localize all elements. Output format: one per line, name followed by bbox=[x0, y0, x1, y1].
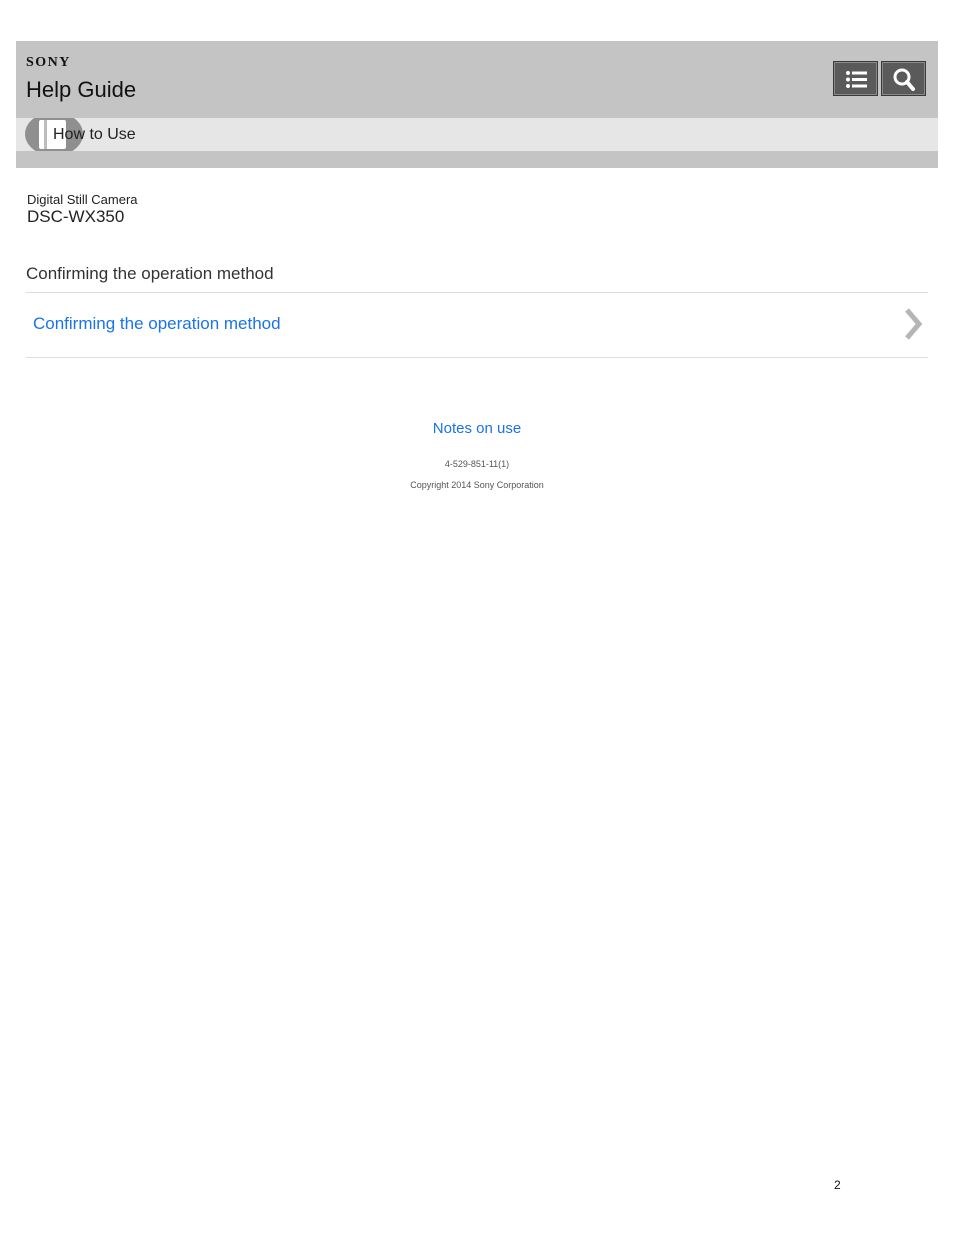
product-model: DSC-WX350 bbox=[27, 207, 125, 226]
copyright: Copyright 2014 Sony Corporation bbox=[410, 480, 544, 490]
header-divider-bar bbox=[16, 151, 938, 168]
breadcrumb: How to Use bbox=[16, 118, 938, 151]
search-icon bbox=[893, 68, 915, 91]
help-guide-title[interactable]: Help Guide bbox=[26, 77, 136, 103]
list-item-confirming-operation-method[interactable]: Confirming the operation method bbox=[26, 293, 928, 357]
notes-on-use-wrapper: Notes on use bbox=[0, 420, 954, 437]
divider bbox=[26, 357, 928, 358]
document-number: 4-529-851-11(1) bbox=[444, 459, 510, 469]
list-item-label[interactable]: Confirming the operation method bbox=[33, 314, 281, 334]
page-number: 2 bbox=[834, 1178, 841, 1192]
notes-on-use-link[interactable]: Notes on use bbox=[433, 420, 521, 437]
table-of-contents-button[interactable] bbox=[833, 61, 878, 96]
list-icon bbox=[846, 71, 867, 88]
chevron-right-icon bbox=[905, 308, 923, 340]
section-heading: Confirming the operation method bbox=[26, 264, 274, 283]
search-button[interactable] bbox=[881, 61, 926, 96]
breadcrumb-how-to-use[interactable]: How to Use bbox=[53, 126, 136, 144]
brand-logo: SONY bbox=[26, 55, 71, 70]
product-category: Digital Still Camera bbox=[27, 192, 138, 207]
site-header: SONY Help Guide bbox=[16, 41, 938, 118]
